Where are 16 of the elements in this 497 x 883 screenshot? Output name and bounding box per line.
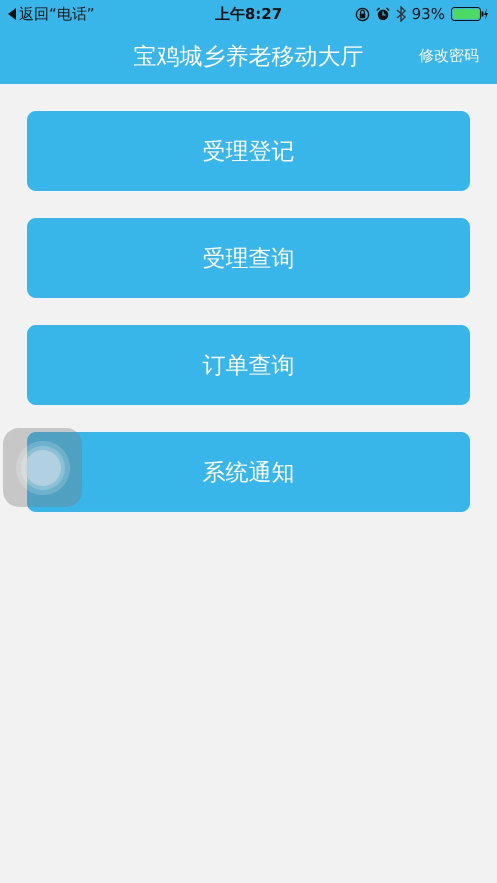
assistive-touch-button[interactable] — [3, 428, 82, 507]
back-arrow-icon — [8, 8, 16, 20]
change-password-button[interactable]: 修改密码 — [417, 44, 481, 68]
menu-button[interactable]: 受理登记 — [27, 111, 470, 191]
bluetooth-icon — [396, 6, 406, 22]
status-time: 上午8:27 — [214, 4, 284, 24]
menu-button[interactable]: 订单查询 — [27, 325, 470, 405]
menu-button[interactable]: 受理查询 — [27, 218, 470, 298]
page-title: 宝鸡城乡养老移动大厅 — [134, 42, 364, 72]
alarm-icon — [376, 7, 390, 21]
battery-percent: 93% — [412, 5, 445, 23]
menu-button[interactable]: 系统通知 — [27, 432, 470, 512]
assistive-touch-icon — [14, 440, 70, 496]
back-link[interactable]: 返回“电话” — [19, 4, 95, 24]
battery-charging-icon — [450, 7, 489, 21]
rotation-lock-icon — [354, 6, 370, 22]
